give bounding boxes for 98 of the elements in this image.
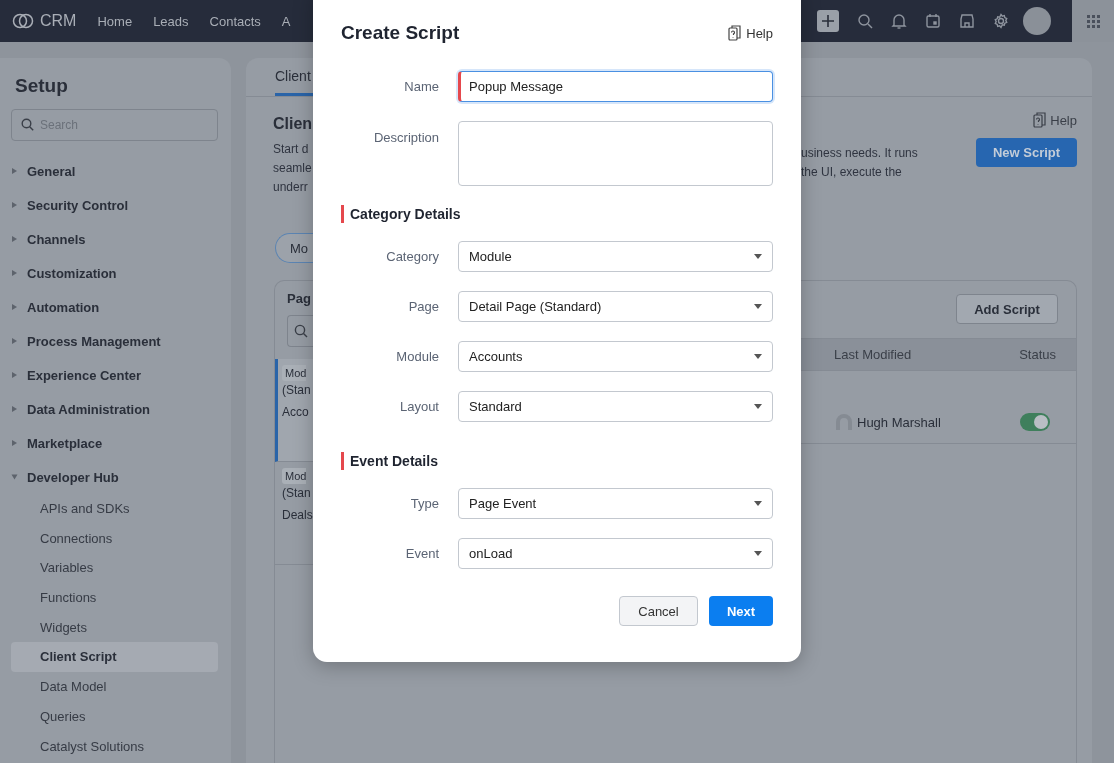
page-type: (Stan [282,485,312,502]
caret-icon[interactable] [12,168,17,174]
field-label: Category [385,249,439,264]
sidebar-item[interactable]: Marketplace [27,435,103,451]
field-label: Description [372,129,439,145]
search-icon[interactable] [857,13,873,29]
caret-icon[interactable] [11,474,18,480]
sidebar-subitem[interactable]: Functions [11,583,218,613]
select-field[interactable]: Standard [458,391,773,422]
app-name: CRM [40,12,77,30]
caret-icon [754,404,762,409]
column-header: Status [1019,347,1056,362]
field-label: Page [407,299,439,314]
description-text: the UI, execute the [801,164,903,181]
nav-link[interactable]: A [281,13,291,29]
select-field[interactable]: onLoad [458,538,773,569]
caret-icon[interactable] [12,304,17,310]
sidebar-item[interactable]: Customization [27,265,117,281]
caret-icon [754,501,762,506]
table-cell: Hugh Marshall [857,414,941,430]
new-script-button[interactable]: New Script [976,138,1077,167]
description-input[interactable] [458,121,773,186]
calendar-icon[interactable] [925,13,941,29]
sidebar-subitem[interactable]: APIs and SDKs [11,494,218,524]
bell-icon[interactable] [891,13,907,29]
nav-link[interactable]: Leads [153,13,189,29]
column-header: Last Modified [834,347,913,362]
search-icon [21,118,34,131]
panel-title: Pag [287,291,312,306]
help-link[interactable]: Help [746,25,773,41]
sidebar-subitem[interactable]: Queries [11,701,218,732]
sidebar-item[interactable]: Security Control [27,197,129,213]
caret-icon[interactable] [12,236,17,242]
module-tag: Mod [282,468,307,484]
description-text: usiness needs. It runs [801,145,918,162]
avatar[interactable] [1023,7,1051,35]
module-name: Deals [282,507,313,524]
module-tag: Mod [282,365,307,381]
sidebar-item[interactable]: General [27,163,76,179]
page-type: (Stan [282,382,312,399]
select-field[interactable]: Module [458,241,773,272]
caret-icon [754,304,762,309]
gear-icon[interactable] [993,13,1009,29]
caret-icon[interactable] [12,406,17,412]
help-icon[interactable] [728,25,742,41]
sidebar-subitem[interactable]: Catalyst Solutions [11,731,218,762]
description-text: underr [273,179,309,196]
caret-icon[interactable] [12,440,17,446]
field-label: Type [409,496,439,511]
help-icon[interactable] [1033,112,1047,128]
field-label: Event [404,546,439,561]
sidebar-subitem[interactable]: Client Script [11,642,218,673]
section-heading: Event Details [341,452,773,470]
filter-pill[interactable]: Mo [275,233,313,263]
sidebar-item[interactable]: Channels [27,231,86,247]
sidebar-subitem[interactable]: Variables [11,553,218,584]
field-label: Module [395,349,439,364]
caret-icon [754,551,762,556]
sidebar-item[interactable]: Developer Hub [27,469,119,485]
sidebar-item[interactable]: Data Administration [27,401,151,417]
search-icon [294,324,308,338]
name-input[interactable]: Popup Message [458,71,773,102]
section-heading: Category Details [341,205,773,223]
select-field[interactable]: Detail Page (Standard) [458,291,773,322]
sidebar-item[interactable]: Process Management [27,333,161,349]
caret-icon[interactable] [12,270,17,276]
cancel-button[interactable]: Cancel [619,596,698,626]
dialog-title: Create Script [341,22,460,44]
help-link[interactable]: Help [1050,112,1077,128]
field-label: Name [403,79,439,94]
nav-link[interactable]: Home [97,13,133,29]
caret-icon[interactable] [12,202,17,208]
apps-grid-icon[interactable] [1086,14,1100,28]
nav-link[interactable]: Contacts [209,13,261,29]
sidebar-subitem[interactable]: Connections [11,523,218,554]
field-label: Layout [398,399,439,414]
description-text: seamle [273,160,313,177]
sidebar-item[interactable]: Automation [27,299,100,315]
sidebar-title: Setup [15,75,69,97]
sidebar-subitem[interactable]: Data Model [11,672,218,702]
page-list-item[interactable]: Mod (Stan Acco [275,359,313,462]
status-toggle[interactable] [1020,413,1050,431]
caret-icon [754,254,762,259]
caret-icon[interactable] [12,372,17,378]
caret-icon [754,354,762,359]
logo-icon [12,13,34,29]
add-icon[interactable] [817,10,839,32]
sidebar-subitem[interactable]: Widgets [11,612,218,643]
caret-icon[interactable] [12,338,17,344]
module-name: Acco [282,404,310,421]
page-heading: Clien [273,115,313,133]
next-button[interactable]: Next [709,596,773,626]
add-script-button[interactable]: Add Script [956,294,1058,324]
sidebar-item[interactable]: Experience Center [27,367,142,383]
store-icon[interactable] [959,13,975,29]
description-text: Start d [273,141,310,158]
select-field[interactable]: Accounts [458,341,773,372]
select-field[interactable]: Page Event [458,488,773,519]
